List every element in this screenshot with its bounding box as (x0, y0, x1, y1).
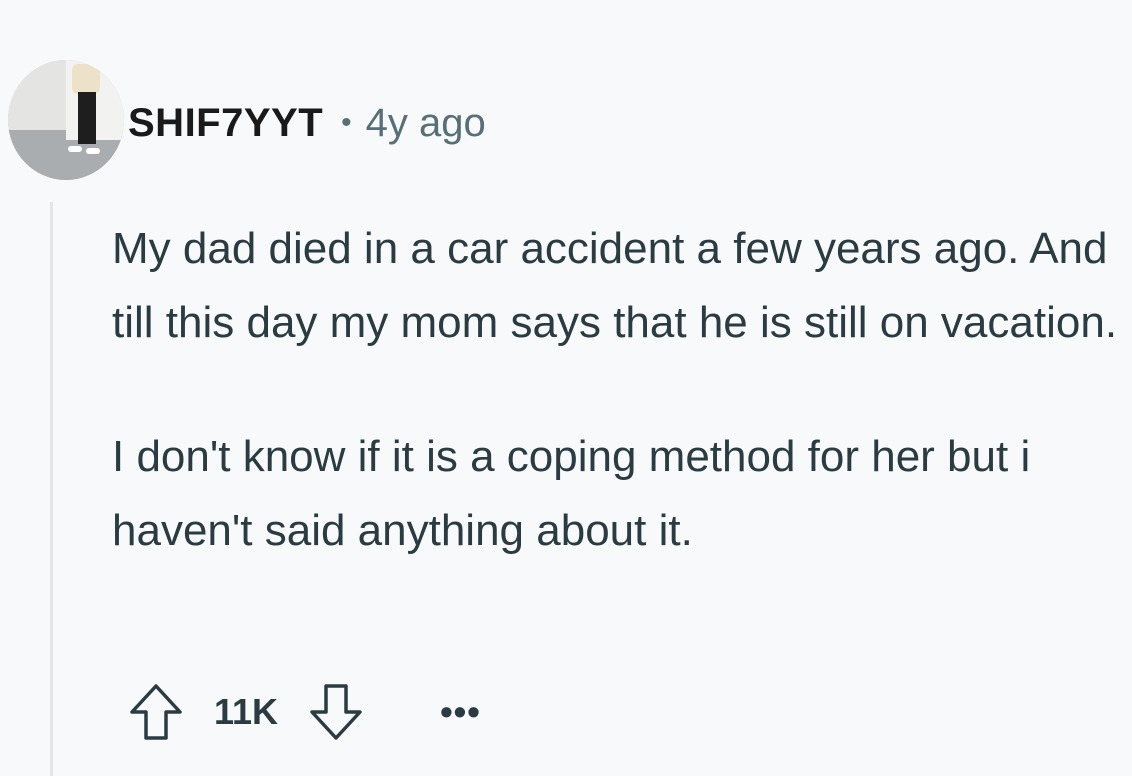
thread-line[interactable] (50, 202, 53, 776)
upvote-arrow-icon[interactable] (126, 680, 186, 744)
avatar-photo (8, 60, 124, 180)
author-username[interactable]: SHIF7YYT (128, 101, 323, 146)
comment-body: My dad died in a car accident a few year… (112, 212, 1122, 568)
comment-paragraph: My dad died in a car accident a few year… (112, 224, 1118, 347)
comment: SHIF7YYT • 4y ago My dad died in a car a… (0, 0, 1132, 776)
overflow-menu-icon[interactable]: ••• (440, 694, 481, 730)
comment-paragraph: I don't know if it is a coping method fo… (112, 432, 1031, 555)
meta-separator: • (341, 106, 352, 139)
downvote-arrow-icon[interactable] (306, 680, 366, 744)
comment-actions: 11K ••• (126, 680, 481, 744)
comment-header: SHIF7YYT • 4y ago (128, 98, 486, 148)
comment-timestamp[interactable]: 4y ago (366, 101, 486, 146)
vote-score: 11K (214, 691, 279, 732)
user-avatar[interactable] (8, 60, 124, 180)
